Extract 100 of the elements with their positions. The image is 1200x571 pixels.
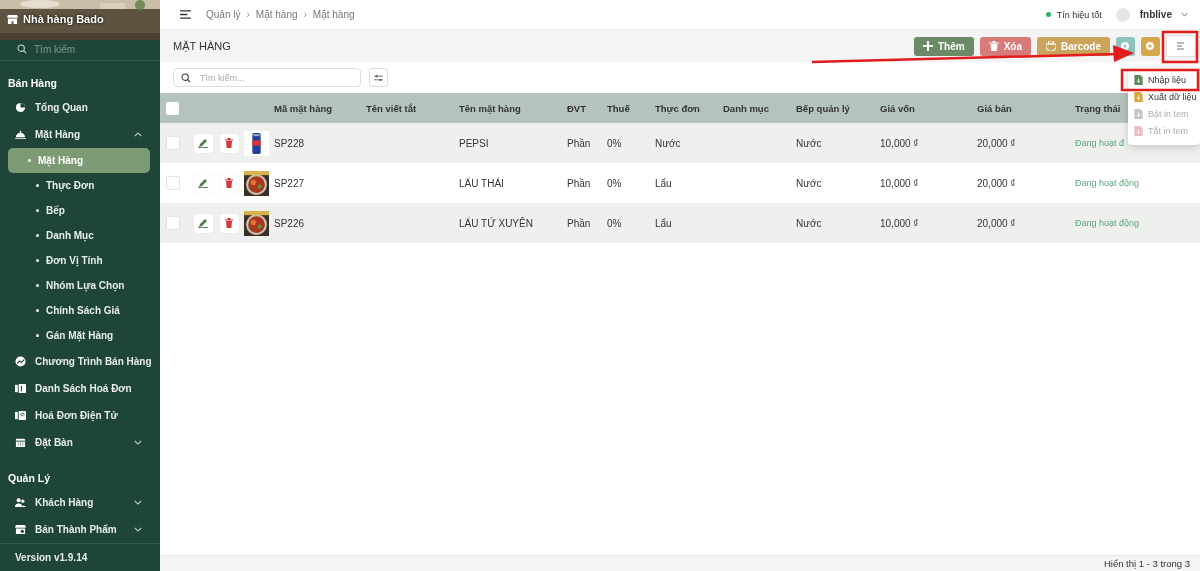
table-cell: Nước <box>796 137 822 149</box>
trash-icon <box>224 218 234 228</box>
column-header: Giá vốn <box>880 102 915 114</box>
breadcrumb-link[interactable]: Quản lý <box>206 9 241 20</box>
edit-button[interactable] <box>194 133 213 153</box>
table-cell: PEPSI <box>459 137 489 149</box>
edit-button[interactable] <box>194 173 213 193</box>
printer-icon <box>1046 41 1056 51</box>
sidebar-subitem[interactable]: Đơn Vị Tính <box>8 248 150 273</box>
column-header: Danh mục <box>723 102 769 114</box>
sidebar-subitem[interactable]: Bếp <box>8 198 150 223</box>
status-dot <box>1045 12 1051 17</box>
menu-button[interactable] <box>1166 35 1196 57</box>
delete-button[interactable] <box>220 173 239 193</box>
table-cell: Phần <box>567 177 591 189</box>
row-checkbox[interactable] <box>166 136 180 150</box>
table-cell: Lẩu <box>655 217 672 229</box>
page-title: MẶT HÀNG <box>173 40 231 52</box>
menu-item[interactable]: Nhập liệu <box>1128 71 1200 88</box>
sidebar-subitem[interactable]: Gán Mặt Hàng <box>8 323 150 348</box>
menu-icon[interactable] <box>180 10 191 19</box>
pencil-icon <box>198 178 208 188</box>
row-checkbox[interactable] <box>166 216 180 230</box>
pencil-icon <box>198 138 208 148</box>
table-cell: Nước <box>796 177 822 189</box>
table-cell: 20,000 ₫ <box>977 217 1016 229</box>
sidebar-item[interactable]: Khách Hàng <box>0 489 160 516</box>
select-all-checkbox[interactable] <box>166 101 179 115</box>
plus-icon <box>922 41 933 51</box>
search-field[interactable]: Tìm kiếm... <box>173 68 361 87</box>
people-icon <box>15 497 26 508</box>
table-cell: Lẩu <box>655 177 672 189</box>
table-cell: 0% <box>607 217 622 229</box>
sidebar-item[interactable]: Mặt Hàng <box>0 121 160 148</box>
row-checkbox[interactable] <box>166 176 180 190</box>
delete-button[interactable] <box>220 213 239 233</box>
table-cell: 20,000 ₫ <box>977 137 1016 149</box>
edit-button[interactable] <box>194 213 213 233</box>
sidebar-subitem[interactable]: Nhóm Lựa Chọn <box>8 273 150 298</box>
highlight-frame <box>1161 30 1199 64</box>
column-header: Mã mặt hàng <box>274 102 333 114</box>
table-cell: Phần <box>567 137 591 149</box>
file-icon <box>1134 74 1143 85</box>
cal-icon <box>15 437 26 448</box>
round-button[interactable] <box>1141 36 1160 56</box>
trash-icon <box>224 178 234 188</box>
sidebar-search-field[interactable]: Tìm kiếm <box>34 43 144 55</box>
circle-icon <box>1145 41 1155 51</box>
table-cell: 10,000 ₫ <box>880 217 919 229</box>
table-cell: 20,000 ₫ <box>977 177 1016 189</box>
chevron-down-icon[interactable] <box>1181 12 1188 17</box>
lines-icon <box>1176 41 1186 51</box>
trash-icon <box>988 41 999 51</box>
sidebar-item[interactable]: Hoá Đơn Điện Tử <box>0 402 160 429</box>
file-icon <box>1134 108 1143 119</box>
table-cell: SP228 <box>274 137 305 149</box>
bell-icon <box>15 129 26 140</box>
breadcrumb-separator: › <box>303 9 307 20</box>
table-cell: SP226 <box>274 217 305 229</box>
sliders-icon <box>374 72 383 83</box>
add-button[interactable]: Thêm <box>913 36 974 56</box>
column-header: Giá bán <box>977 102 1012 114</box>
sidebar-item[interactable]: Tổng Quan <box>0 94 160 121</box>
column-header: ĐVT <box>567 102 586 114</box>
sidebar-subitem[interactable]: Danh Mục <box>8 223 150 248</box>
sidebar-subitem[interactable]: Thực Đơn <box>8 173 150 198</box>
store-icon <box>7 13 18 25</box>
file-icon <box>1134 91 1143 102</box>
section-heading: Bán Hàng <box>7 76 58 91</box>
table-cell: 10,000 ₫ <box>880 137 919 149</box>
chevron-up-icon <box>134 132 142 137</box>
table-cell: Phần <box>567 217 591 229</box>
filter-button[interactable] <box>369 68 388 87</box>
wifi-icon <box>15 410 26 421</box>
restaurant-name: Nhà hàng Bado <box>23 13 104 26</box>
delete-button[interactable] <box>220 133 239 153</box>
sidebar-item[interactable]: Danh Sách Hoá Đơn <box>0 375 160 402</box>
breadcrumb-link[interactable]: Mặt hàng <box>255 9 298 20</box>
table-cell: 0% <box>607 137 622 149</box>
column-header: Tên mặt hàng <box>459 102 521 114</box>
breadcrumb-separator: › <box>246 9 250 20</box>
file-icon <box>1134 125 1143 136</box>
menu-item[interactable]: Xuất dữ liệu <box>1128 88 1200 105</box>
table-cell: Đang hoạt động <box>1075 178 1140 188</box>
sidebar-item[interactable]: Đặt Bàn <box>0 429 160 456</box>
store-icon <box>15 524 26 535</box>
circle-icon <box>1120 41 1130 51</box>
sidebar-item[interactable]: Bán Thành Phẩm <box>0 516 160 543</box>
user-name[interactable]: fnblive <box>1139 9 1172 20</box>
table-cell: LẨU THÁI <box>459 177 504 189</box>
receipt-icon <box>15 383 26 394</box>
search-icon <box>181 73 191 83</box>
pie-icon <box>15 102 26 113</box>
table-cell: Đang hoạt động <box>1075 218 1140 228</box>
column-header: Trạng thái <box>1075 102 1121 114</box>
table-cell: Nước <box>655 137 681 149</box>
table-cell: SP227 <box>274 177 305 189</box>
sidebar-subitem[interactable]: Chính Sách Giá <box>8 298 150 323</box>
trash-icon <box>224 138 234 148</box>
chevron-down-icon <box>134 500 142 505</box>
